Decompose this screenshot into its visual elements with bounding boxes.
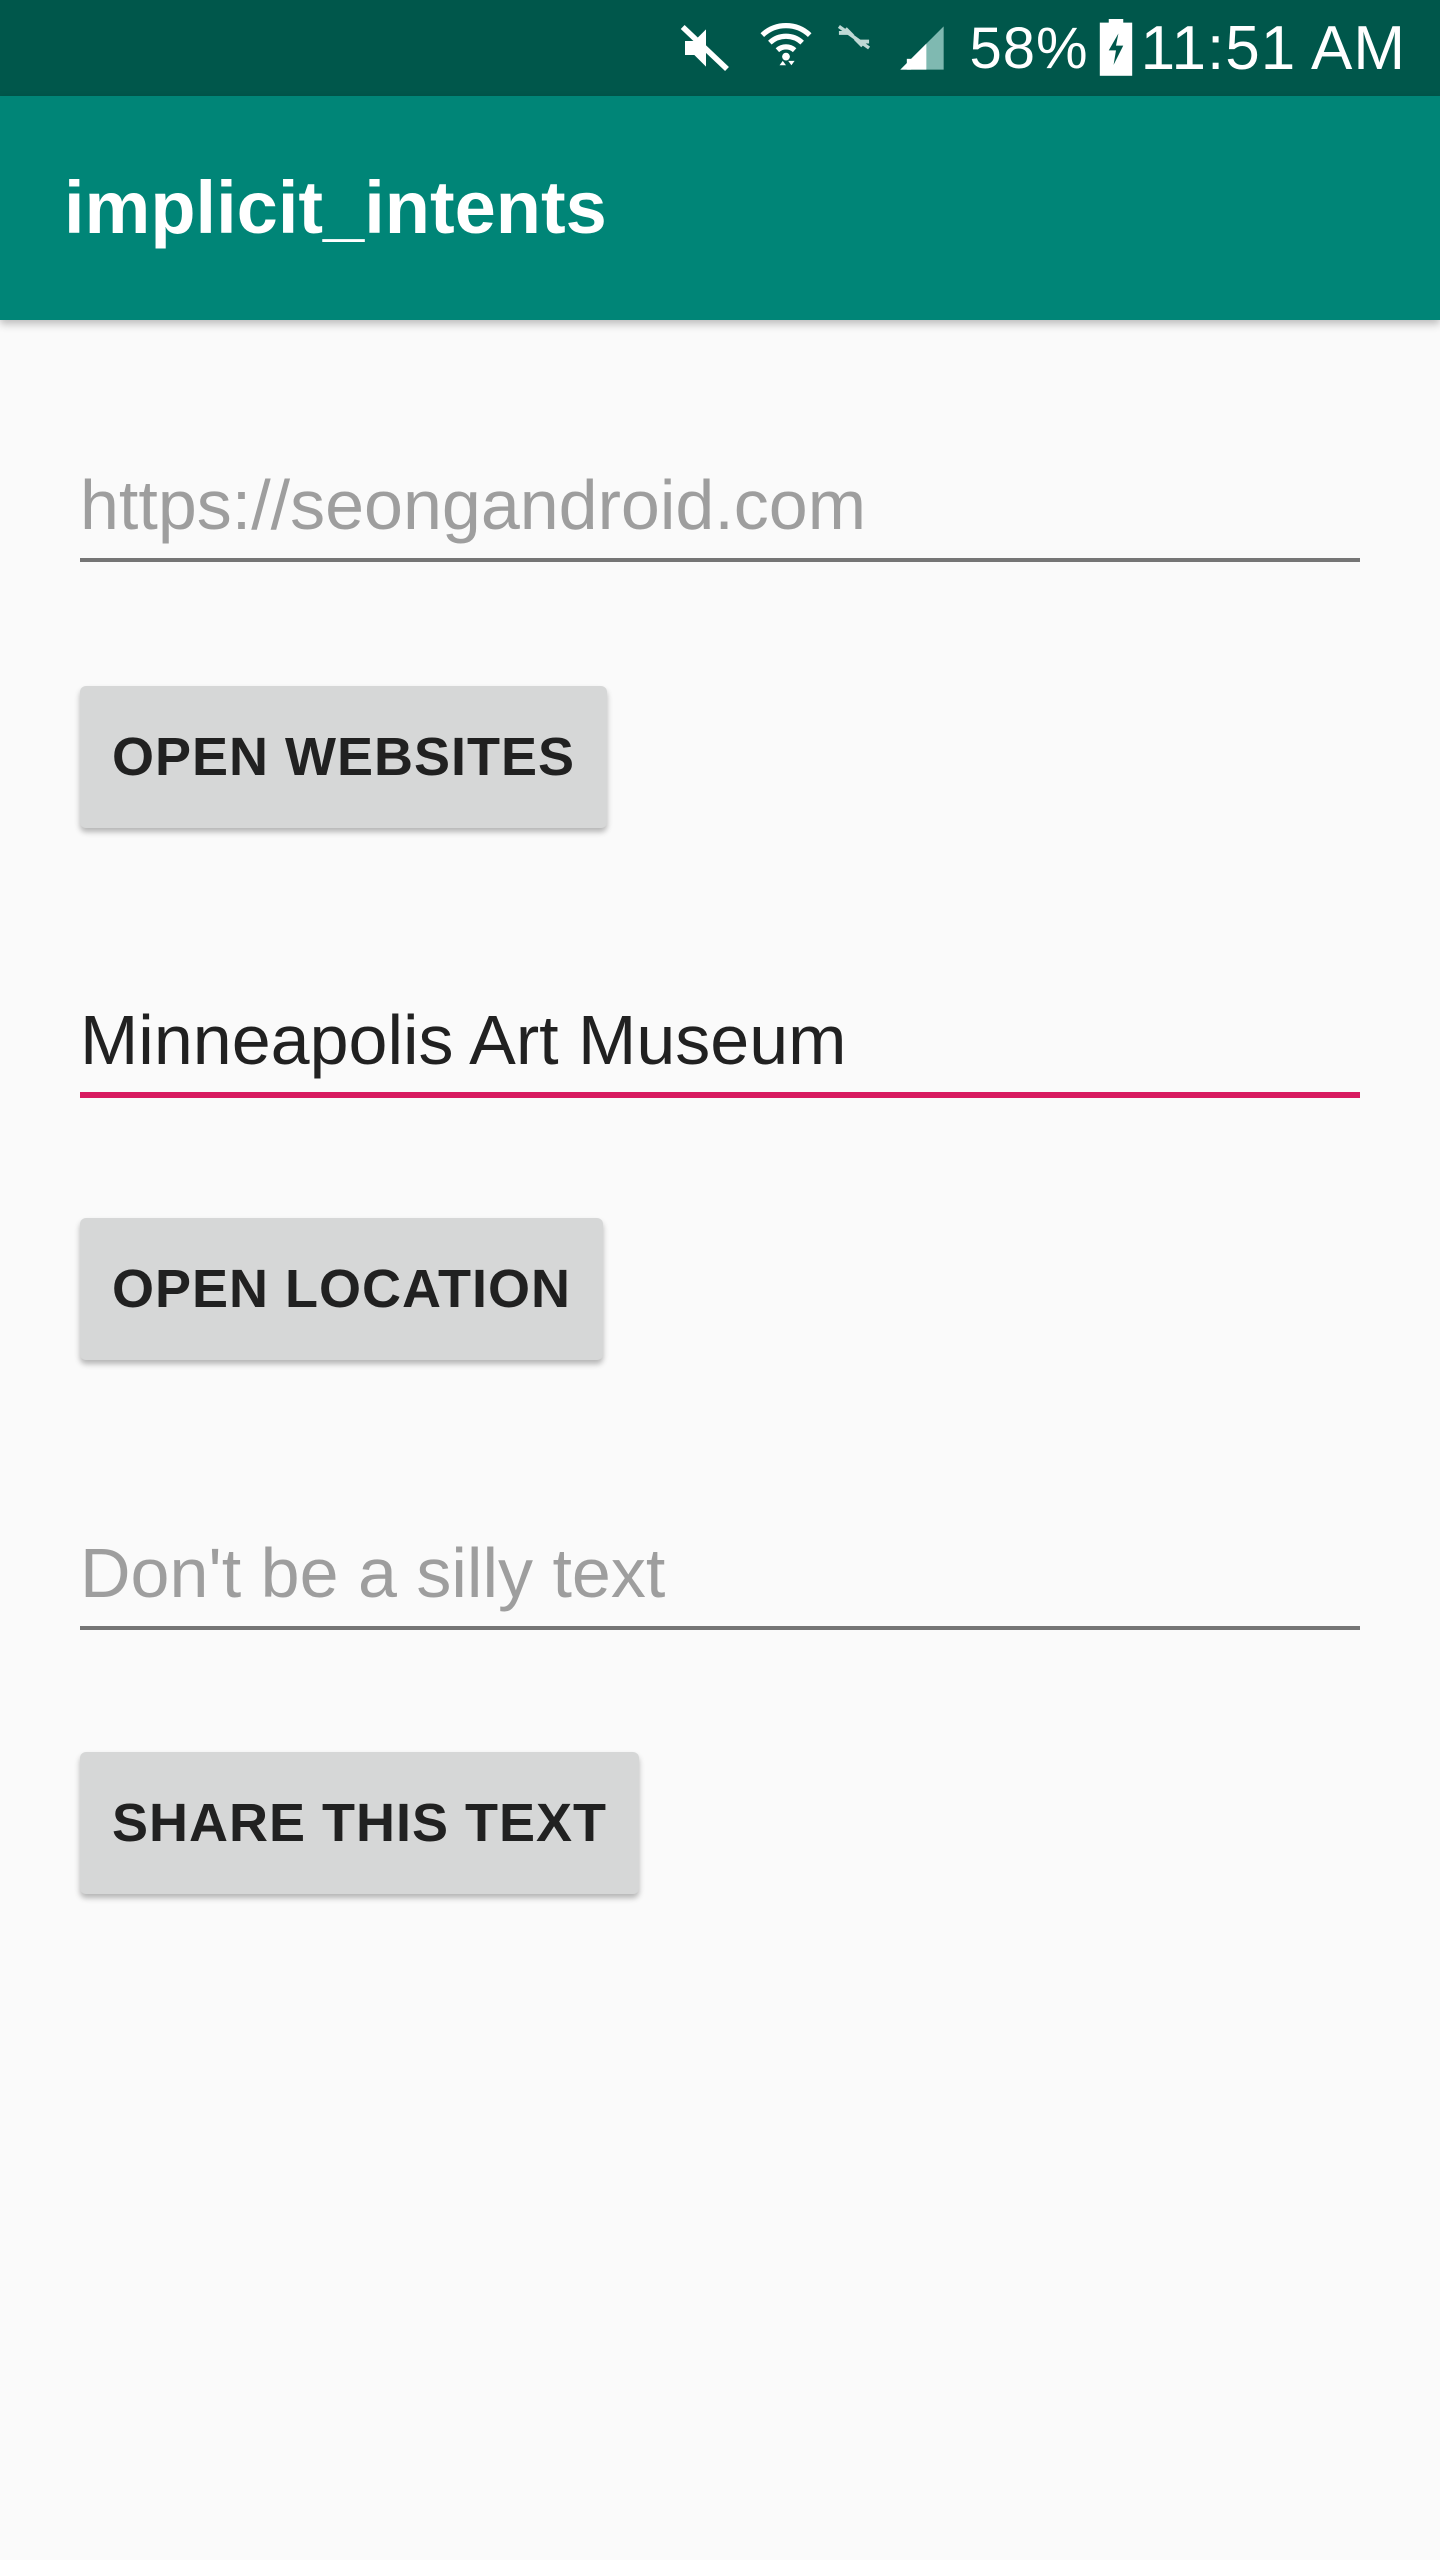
data-off-icon [834,20,874,76]
status-bar: 58% 11:51 AM [0,0,1440,96]
open-location-button[interactable]: OPEN LOCATION [80,1218,604,1360]
location-input[interactable] [80,988,1360,1098]
share-this-text-button[interactable]: SHARE THIS TEXT [80,1752,640,1894]
share-text-input[interactable] [80,1520,1360,1630]
app-bar: implicit_intents [0,96,1440,320]
website-url-input[interactable] [80,452,1360,562]
open-websites-button[interactable]: OPEN WEBSITES [80,686,608,828]
battery-percentage: 58% [969,15,1089,81]
app-title: implicit_intents [64,166,607,249]
share-field-container [80,1520,1360,1630]
status-icons: 58% 11:51 AM [678,0,1406,96]
wifi-icon [760,20,812,76]
battery-charging-icon [1099,19,1133,77]
location-field-container [80,988,1360,1098]
mute-icon [678,20,734,76]
signal-icon [896,20,948,76]
clock: 11:51 AM [1140,13,1406,83]
website-field-container [80,452,1360,562]
